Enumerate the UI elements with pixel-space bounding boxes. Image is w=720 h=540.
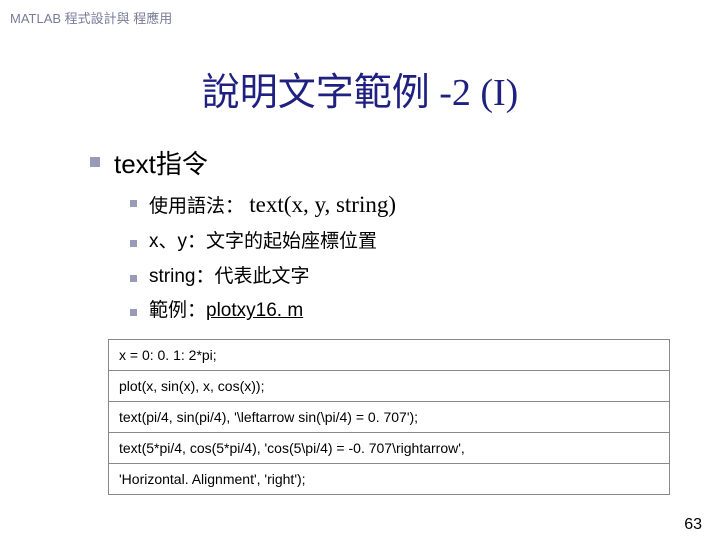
bullet-l2-text: 範例：plotxy16. m [149, 298, 303, 325]
page-number: 63 [684, 516, 702, 534]
sub-prefix: 使用語法： [149, 196, 244, 217]
bullet-l1-text: text指令 [114, 144, 208, 181]
bullet-level2: 使用語法： text(x, y, string) [130, 189, 680, 221]
slide-title: 說明文字範例 -2 (I) [0, 61, 720, 116]
sub-code: text(x, y, string) [249, 192, 396, 217]
bullet-square-icon [130, 275, 137, 282]
code-box: x = 0: 0. 1: 2*pi; plot(x, sin(x), x, co… [108, 339, 670, 495]
sub-prefix: 範例： [149, 300, 206, 321]
example-link[interactable]: plotxy16. m [206, 300, 303, 321]
bullet-l2-text: x、y：文字的起始座標位置 [149, 229, 377, 256]
header-text: MATLAB 程式設計與 程應用 [0, 0, 720, 31]
bullet-square-icon [130, 200, 137, 207]
bullet-l2-text: string：代表此文字 [149, 264, 309, 291]
bullet-square-icon [90, 157, 100, 167]
bullet-level1: text指令 [90, 144, 680, 181]
content-area: text指令 使用語法： text(x, y, string) x、y：文字的起… [0, 144, 720, 325]
code-line: x = 0: 0. 1: 2*pi; [109, 340, 669, 371]
code-line: plot(x, sin(x), x, cos(x)); [109, 371, 669, 402]
code-line: 'Horizontal. Alignment', 'right'); [109, 464, 669, 494]
bullet-l2-text: 使用語法： text(x, y, string) [149, 189, 396, 221]
sub-bullet-list: 使用語法： text(x, y, string) x、y：文字的起始座標位置 s… [90, 189, 680, 325]
code-line: text(5*pi/4, cos(5*pi/4), 'cos(5\pi/4) =… [109, 433, 669, 464]
bullet-level2: x、y：文字的起始座標位置 [130, 229, 680, 256]
code-line: text(pi/4, sin(pi/4), '\leftarrow sin(\p… [109, 402, 669, 433]
bullet-square-icon [130, 240, 137, 247]
bullet-square-icon [130, 309, 137, 316]
bullet-level2: 範例：plotxy16. m [130, 298, 680, 325]
bullet-level2: string：代表此文字 [130, 264, 680, 291]
